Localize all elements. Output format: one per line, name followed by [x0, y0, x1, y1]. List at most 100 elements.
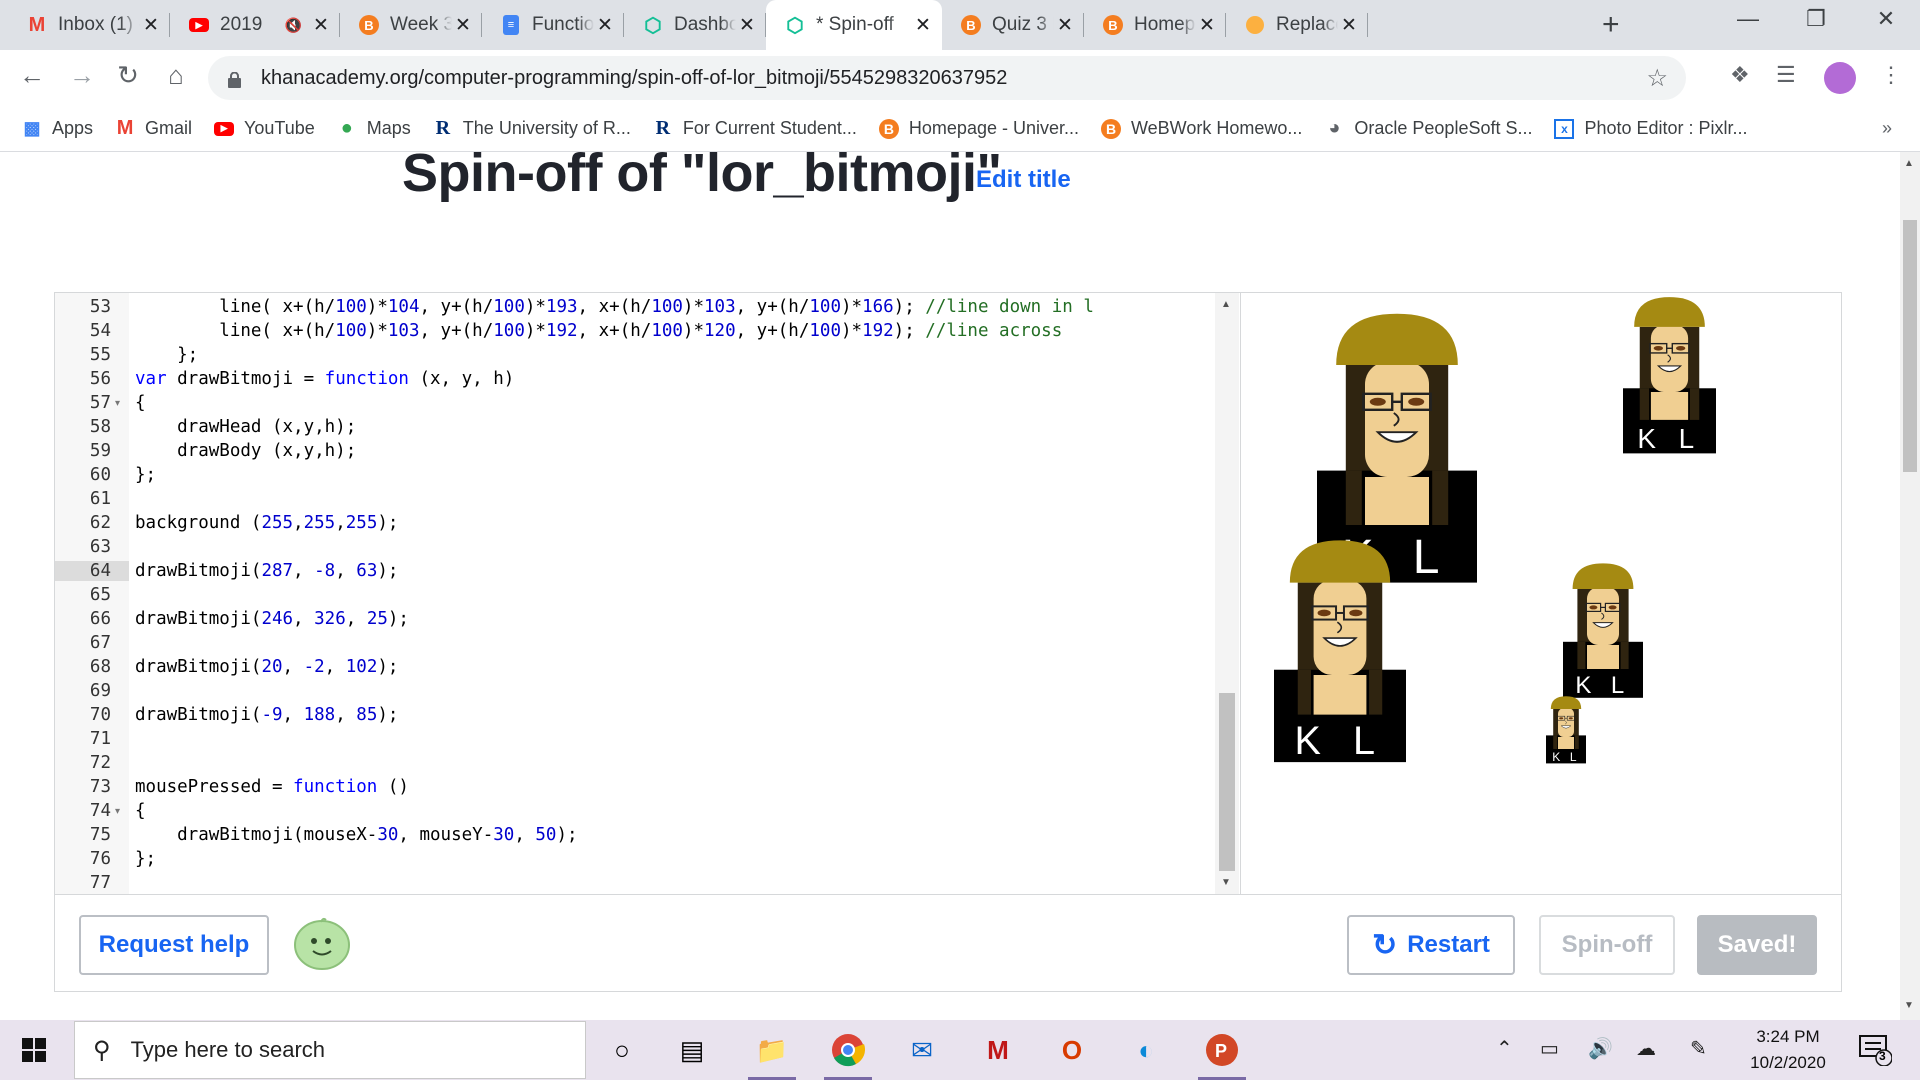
- tab-close-icon[interactable]: ✕: [912, 14, 934, 37]
- code-line[interactable]: };: [135, 345, 198, 365]
- extensions-puzzle-icon[interactable]: ❖: [1730, 62, 1750, 88]
- edge-icon[interactable]: ◐: [1122, 1030, 1170, 1070]
- bookmark-item[interactable]: ◕ Oracle PeopleSoft S...: [1324, 117, 1532, 139]
- page-scroll-down-icon[interactable]: ▼: [1904, 1000, 1914, 1011]
- bookmark-item[interactable]: x Photo Editor : Pixlr...: [1554, 118, 1748, 139]
- code-line[interactable]: {: [135, 801, 146, 821]
- fold-toggle-icon[interactable]: ▾: [115, 398, 120, 409]
- tray-overflow-chevron-icon[interactable]: ⌃: [1496, 1036, 1513, 1061]
- office-icon[interactable]: O: [1048, 1030, 1096, 1070]
- code-line[interactable]: background (255,255,255);: [135, 513, 398, 533]
- mail-icon[interactable]: ✉: [898, 1030, 946, 1070]
- editor-scroll-thumb[interactable]: [1219, 693, 1235, 871]
- media-control-icon[interactable]: ☰: [1776, 62, 1796, 88]
- menu-kebab-icon[interactable]: ⋮: [1880, 62, 1902, 88]
- pen-icon[interactable]: ✎: [1690, 1036, 1707, 1061]
- edit-title-link[interactable]: Edit title: [976, 166, 1071, 194]
- tab-close-icon[interactable]: ✕: [140, 14, 162, 37]
- minimize-button[interactable]: —: [1718, 6, 1778, 32]
- code-line[interactable]: drawBitmoji(mouseX-30, mouseY-30, 50);: [135, 825, 577, 845]
- windows-start-icon[interactable]: [22, 1038, 46, 1067]
- browser-tab[interactable]: Replace te✕: [1226, 0, 1368, 50]
- browser-tab[interactable]: ⬡ Dashboar✕: [624, 0, 766, 50]
- code-line[interactable]: drawBitmoji(20, -2, 102);: [135, 657, 398, 677]
- browser-tab[interactable]: M Inbox (1) - ✕: [8, 0, 170, 50]
- scroll-up-arrow-icon[interactable]: ▲: [1221, 299, 1231, 310]
- pixlr-icon: [1244, 14, 1266, 36]
- code-line[interactable]: {: [135, 393, 146, 413]
- code-line[interactable]: mousePressed = function (): [135, 777, 409, 797]
- chrome-icon[interactable]: [824, 1030, 872, 1080]
- back-arrow-icon[interactable]: ←: [14, 60, 50, 91]
- tab-close-icon[interactable]: ✕: [736, 14, 758, 37]
- tab-close-icon[interactable]: ✕: [1338, 14, 1360, 37]
- tab-close-icon[interactable]: ✕: [1054, 14, 1076, 37]
- tab-close-icon[interactable]: ✕: [310, 14, 332, 37]
- code-line[interactable]: };: [135, 849, 156, 869]
- close-window-button[interactable]: ✕: [1856, 6, 1916, 32]
- bookmark-item[interactable]: B Homepage - Univer...: [878, 118, 1079, 139]
- fold-toggle-icon[interactable]: ▾: [115, 806, 120, 817]
- volume-icon[interactable]: 🔊: [1588, 1036, 1613, 1061]
- notifications-icon[interactable]: 3: [1858, 1034, 1893, 1067]
- reload-icon[interactable]: ↻: [110, 60, 146, 91]
- bookmarks-overflow-icon[interactable]: »: [1882, 118, 1892, 139]
- tab-close-icon[interactable]: ✕: [1196, 14, 1218, 37]
- bookmark-item[interactable]: R For Current Student...: [653, 117, 857, 139]
- code-line[interactable]: drawHead (x,y,h);: [135, 417, 356, 437]
- bookmark-star-icon[interactable]: ☆: [1646, 64, 1668, 93]
- browser-tab[interactable]: ≡ Functions✕: [482, 0, 624, 50]
- code-line[interactable]: line( x+(h/100)*104, y+(h/100)*193, x+(h…: [135, 297, 1094, 317]
- search-placeholder: Type here to search: [130, 1037, 326, 1062]
- bookmark-item[interactable]: B WeBWork Homewo...: [1101, 118, 1302, 139]
- code-line[interactable]: var drawBitmoji = function (x, y, h): [135, 369, 514, 389]
- saved-button[interactable]: Saved!: [1697, 915, 1817, 975]
- browser-tab[interactable]: B Homepag✕: [1084, 0, 1226, 50]
- cortana-icon[interactable]: ○: [598, 1030, 646, 1070]
- code-line[interactable]: drawBitmoji(287, -8, 63);: [135, 561, 398, 581]
- bookmark-item[interactable]: ● Maps: [337, 117, 411, 139]
- code-line[interactable]: };: [135, 465, 156, 485]
- request-help-button[interactable]: Request help: [79, 915, 269, 975]
- task-view-icon[interactable]: ▤: [668, 1030, 716, 1070]
- tab-close-icon[interactable]: ✕: [452, 14, 474, 37]
- browser-tab[interactable]: B Week 3 A✕: [340, 0, 482, 50]
- bookmark-label: Gmail: [145, 118, 193, 138]
- code-line[interactable]: drawBitmoji(-9, 188, 85);: [135, 705, 398, 725]
- khan-avatar-icon[interactable]: [293, 915, 351, 971]
- page-scroll-up-icon[interactable]: ▲: [1904, 158, 1914, 169]
- profile-avatar[interactable]: [1824, 62, 1856, 94]
- editor-scrollbar[interactable]: ▲ ▼: [1215, 293, 1239, 894]
- onedrive-cloud-icon[interactable]: ☁: [1636, 1036, 1656, 1061]
- bookmark-item[interactable]: ▩ Apps: [22, 118, 93, 139]
- taskbar-clock[interactable]: 3:24 PM 10/2/2020: [1732, 1024, 1844, 1076]
- browser-tab[interactable]: ⬡ * Spin-off ✕: [766, 0, 942, 50]
- scroll-down-arrow-icon[interactable]: ▼: [1221, 877, 1231, 888]
- taskbar-search-box[interactable]: ⚲ Type here to search: [74, 1021, 586, 1079]
- restore-button[interactable]: ❐: [1786, 6, 1846, 32]
- spin-off-button[interactable]: Spin-off: [1539, 915, 1675, 975]
- code-line[interactable]: drawBody (x,y,h);: [135, 441, 356, 461]
- home-icon[interactable]: ⌂: [158, 60, 194, 91]
- page-scroll-thumb[interactable]: [1903, 220, 1917, 472]
- mcafee-icon[interactable]: M: [974, 1030, 1022, 1070]
- browser-tab[interactable]: ▶ 2019 🔇 ✕: [170, 0, 340, 50]
- program-output-canvas[interactable]: K LK LK LK LK L: [1241, 293, 1841, 894]
- file-explorer-icon[interactable]: 📁: [748, 1030, 796, 1080]
- battery-icon[interactable]: ▭: [1540, 1036, 1559, 1061]
- bookmark-item[interactable]: M Gmail: [115, 117, 193, 139]
- code-editor[interactable]: 53 54 55 56 57 ▾ 58 59 60 61 62 63 64 65 66 67 68 69 70 71 7…: [55, 293, 1241, 894]
- bookmark-item[interactable]: ▶ YouTube: [214, 118, 315, 139]
- forward-arrow-icon[interactable]: →: [64, 60, 100, 91]
- tab-close-icon[interactable]: ✕: [594, 14, 616, 37]
- bookmark-item[interactable]: R The University of R...: [433, 117, 631, 139]
- restart-button[interactable]: ↻ Restart: [1347, 915, 1515, 975]
- page-scrollbar[interactable]: ▲ ▼: [1900, 152, 1920, 1020]
- code-line[interactable]: drawBitmoji(246, 326, 25);: [135, 609, 409, 629]
- new-tab-button[interactable]: +: [1602, 8, 1620, 42]
- powerpoint-icon[interactable]: P: [1198, 1030, 1246, 1080]
- address-bar[interactable]: khanacademy.org/computer-programming/spi…: [208, 56, 1686, 100]
- browser-tab[interactable]: B Quiz 3 Bio✕: [942, 0, 1084, 50]
- tab-muted-icon[interactable]: 🔇: [285, 17, 302, 34]
- code-line[interactable]: line( x+(h/100)*103, y+(h/100)*192, x+(h…: [135, 321, 1062, 341]
